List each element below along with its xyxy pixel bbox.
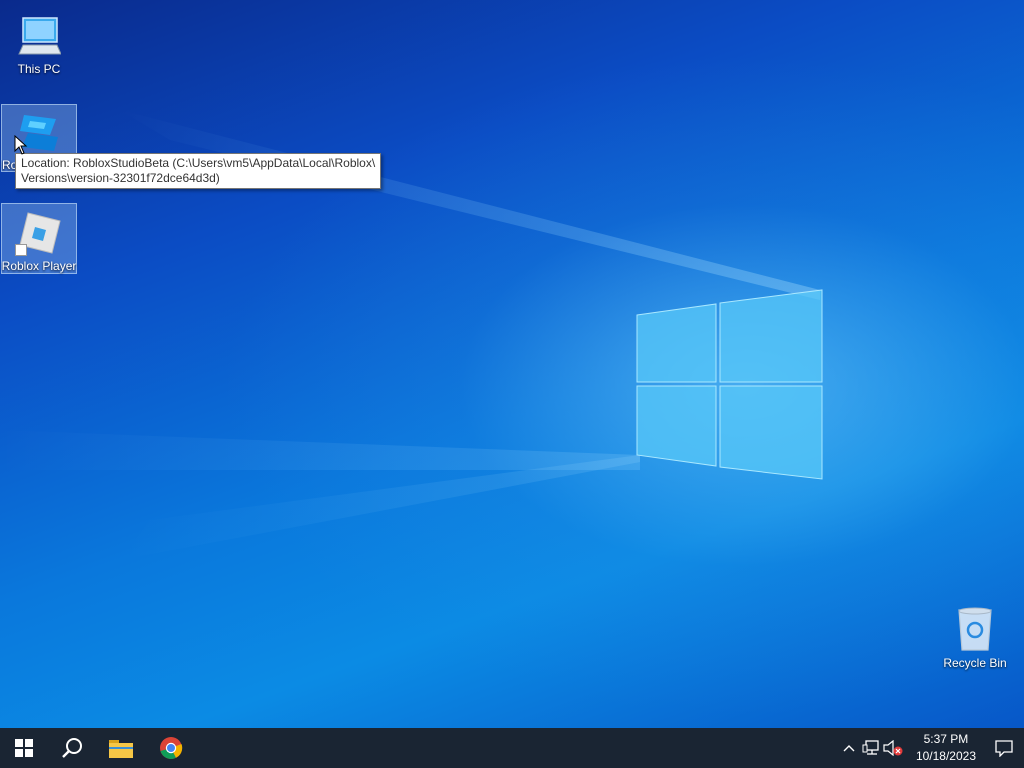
taskbar: 5:37 PM 10/18/2023: [0, 728, 1024, 768]
start-button[interactable]: [0, 728, 48, 768]
notification-icon: [995, 740, 1013, 757]
computer-icon: [15, 11, 63, 59]
shortcut-arrow-icon: [15, 244, 27, 256]
location-tooltip: Location: RobloxStudioBeta (C:\Users\vm5…: [15, 153, 382, 189]
this-pc-shortcut[interactable]: This PC: [1, 6, 77, 77]
volume-muted-icon: [883, 740, 903, 756]
chrome-button[interactable]: [146, 728, 196, 768]
tooltip-line-2: Versions\version-32301f72dce64d3d): [21, 171, 220, 185]
wallpaper-light-beams: [0, 110, 820, 560]
file-explorer-button[interactable]: [96, 728, 146, 768]
clock-date: 10/18/2023: [915, 749, 976, 763]
system-tray: 5:37 PM 10/18/2023: [838, 728, 1024, 768]
file-explorer-icon: [109, 740, 133, 758]
roblox-player-shortcut[interactable]: Roblox Player: [1, 203, 77, 274]
search-button[interactable]: [48, 728, 96, 768]
tooltip-line-1: Location: RobloxStudioBeta (C:\Users\vm5…: [21, 156, 376, 170]
start-icon: [15, 739, 33, 757]
mouse-cursor-icon: [14, 135, 28, 155]
windows-logo: [636, 289, 823, 480]
volume-button[interactable]: [882, 728, 904, 768]
recycle-bin-label: Recycle Bin: [943, 656, 1007, 670]
show-hidden-icons-button[interactable]: [838, 728, 860, 768]
roblox-player-label: Roblox Player: [1, 259, 77, 273]
recycle-bin-shortcut[interactable]: Recycle Bin: [937, 600, 1013, 671]
network-icon: [862, 740, 879, 755]
chrome-icon: [160, 737, 183, 759]
clock-time: 5:37 PM: [923, 732, 969, 746]
roblox-player-icon: [15, 208, 63, 256]
desktop[interactable]: This PC Ro Roblox Player Recycle Bin Loc…: [0, 0, 1024, 728]
search-icon: [62, 738, 82, 758]
this-pc-label: This PC: [17, 62, 61, 76]
clock[interactable]: 5:37 PM 10/18/2023: [908, 731, 984, 765]
network-button[interactable]: [860, 728, 882, 768]
action-center-button[interactable]: [984, 728, 1024, 768]
recycle-bin-icon: [951, 605, 999, 653]
chevron-up-icon: [843, 745, 855, 752]
